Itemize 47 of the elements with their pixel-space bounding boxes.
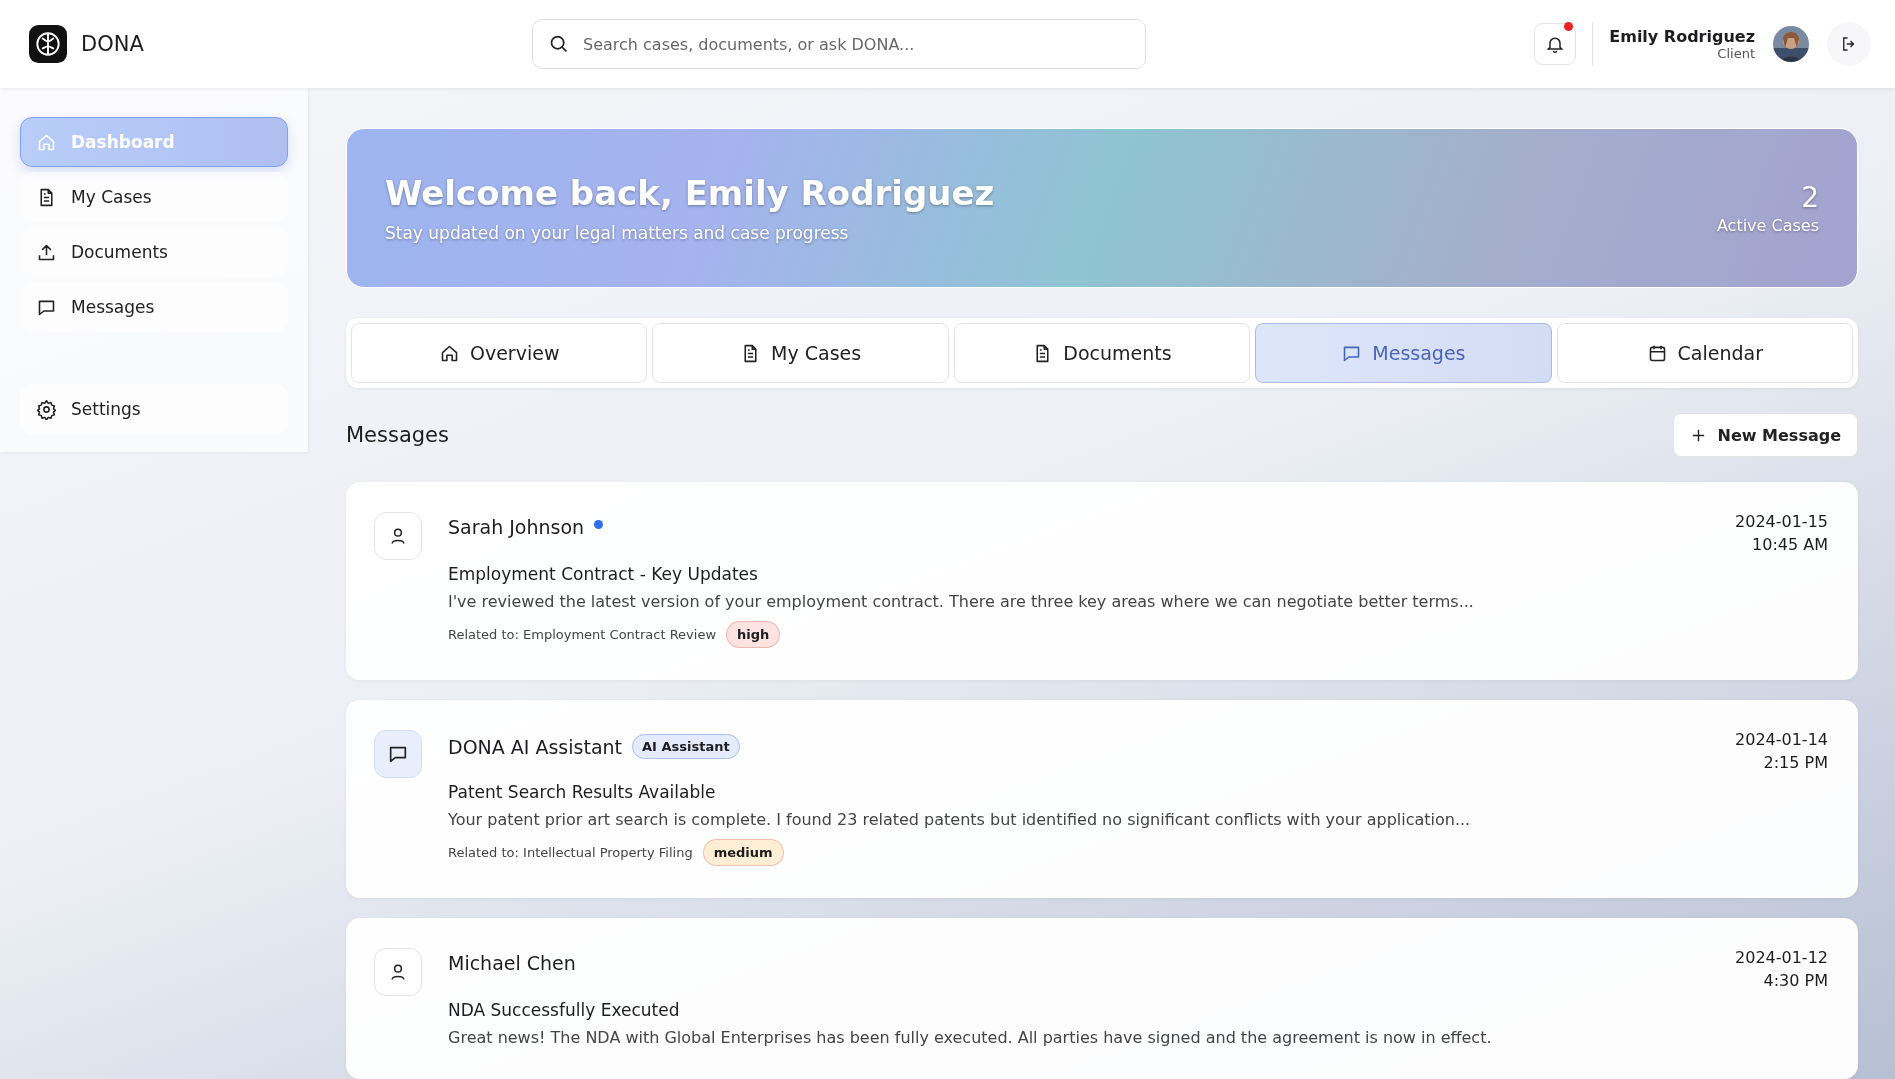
message-subject: Patent Search Results Available <box>448 782 717 802</box>
message-time: 4:30 PM <box>1763 971 1828 990</box>
message-card[interactable] <box>346 482 1858 680</box>
message-time: 2:15 PM <box>1763 753 1828 772</box>
message-preview: Your patent prior art search is complete. I found 23 related patents but identified no significant conflicts with your application... <box>448 810 1472 829</box>
tab[interactable]: Calendar <box>1556 323 1853 383</box>
message-time: 10:45 AM <box>1752 535 1828 554</box>
message-date: 2024-01-14 <box>1735 730 1828 749</box>
user-role: Client <box>1717 46 1755 61</box>
settings-icon <box>36 398 57 420</box>
new-message-button[interactable]: New Message <box>1673 413 1858 457</box>
message-card[interactable] <box>346 700 1858 898</box>
sidebar-item[interactable]: Settings <box>20 384 288 434</box>
brand-name: DONA <box>81 32 144 56</box>
sender-badge: AI Assistant <box>632 734 740 759</box>
message-subject: NDA Successfully Executed <box>448 1000 681 1020</box>
tab[interactable]: Documents <box>953 323 1251 383</box>
message-card[interactable]: Michael Chen 2024-01-12 4:30 PM NDA Successfully Executed Great news! The NDA with Global Enterprises has been fully executed. All parties have signed and the agreement is now in effect. <box>346 918 1858 1079</box>
bell-icon <box>1545 34 1566 54</box>
user-name: Emily Rodriguez <box>1609 27 1755 46</box>
related-case: Related to: Intellectual Property Filing <box>448 845 693 860</box>
related-case: Related to: Employment Contract Review <box>448 627 717 642</box>
message-preview: I've reviewed the latest version of your employment contract. There are three key areas where we can negotiate better terms... <box>448 592 1475 611</box>
search-icon <box>548 33 569 54</box>
priority-tag: medium <box>702 839 784 866</box>
welcome-title: Welcome back, Emily Rodriguez <box>385 173 995 213</box>
welcome-subtitle: Stay updated on your legal matters and case progress <box>385 223 850 243</box>
sender-name: Sarah Johnson <box>448 516 585 538</box>
priority-tag: high <box>726 621 781 648</box>
message-preview: Great news! The NDA with Global Enterprises has been fully executed. All parties have signed and the agreement is now in effect. <box>448 1028 1493 1047</box>
tab[interactable]: My Cases <box>652 323 949 383</box>
active-cases-label: Active Cases <box>1716 216 1819 235</box>
tab[interactable]: Messages <box>1255 323 1552 383</box>
section-title: Messages <box>346 423 449 447</box>
active-cases-count: 2 <box>1801 181 1819 214</box>
person-icon <box>388 962 408 982</box>
message-subject: Employment Contract - Key Updates <box>448 564 759 584</box>
message-date: 2024-01-15 <box>1735 512 1828 531</box>
message-date: 2024-01-12 <box>1735 948 1828 967</box>
brain-logo-icon <box>29 25 67 63</box>
logout-button[interactable] <box>1827 22 1871 66</box>
notifications-button[interactable] <box>1534 23 1577 65</box>
person-icon <box>388 526 408 546</box>
sender-name: DONA AI Assistant <box>448 735 623 758</box>
search-field[interactable]: Search cases, documents, or ask DONA... <box>532 19 1146 69</box>
sender-name: Michael Chen <box>448 952 576 974</box>
tab[interactable]: Overview <box>351 323 648 383</box>
